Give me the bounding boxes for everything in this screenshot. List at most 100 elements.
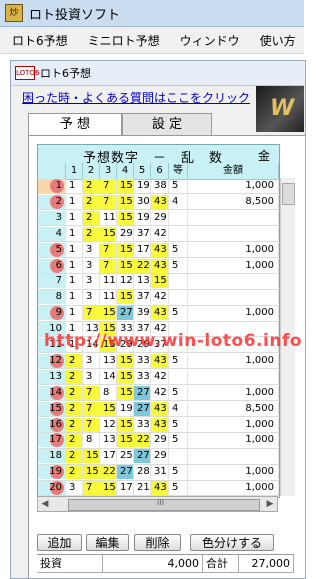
number-cell[interactable]: 27: [134, 385, 151, 400]
number-cell[interactable]: 15: [117, 242, 134, 257]
prize-rank-cell[interactable]: 5: [169, 465, 188, 480]
number-cell[interactable]: 22: [134, 258, 151, 273]
row-number[interactable]: 13: [38, 369, 66, 384]
number-cell[interactable]: 2: [66, 401, 83, 416]
row-number[interactable]: 20: [38, 481, 66, 496]
number-cell[interactable]: 15: [117, 194, 134, 209]
prize-rank-cell[interactable]: 5: [169, 242, 188, 257]
row-number[interactable]: 1: [38, 179, 66, 193]
table-row[interactable]: 6 1 3 7 15 22 43 5 1,000: [38, 258, 279, 274]
number-cell[interactable]: 3: [83, 353, 100, 368]
number-cell[interactable]: 42: [151, 290, 169, 305]
number-cell[interactable]: 3: [83, 290, 100, 305]
number-cell[interactable]: 12: [100, 417, 117, 432]
number-cell[interactable]: 7: [83, 417, 100, 432]
row-number[interactable]: 18: [38, 449, 66, 464]
menu-loto6-yoso[interactable]: ロト6予想: [12, 32, 68, 49]
number-cell[interactable]: 27: [117, 306, 134, 321]
number-cell[interactable]: 15: [117, 290, 134, 305]
number-cell[interactable]: 27: [134, 449, 151, 464]
number-cell[interactable]: 3: [66, 481, 83, 496]
number-cell[interactable]: 37: [134, 226, 151, 241]
number-cell[interactable]: 2: [66, 465, 83, 480]
number-cell[interactable]: 15: [151, 274, 169, 289]
prize-amount-cell[interactable]: 1,000: [188, 385, 279, 400]
number-cell[interactable]: 42: [151, 226, 169, 241]
delete-button[interactable]: 削除: [134, 534, 181, 551]
prize-rank-cell[interactable]: [169, 226, 188, 241]
prize-amount-cell[interactable]: 1,000: [188, 179, 279, 193]
number-cell[interactable]: 1: [66, 242, 83, 257]
number-cell[interactable]: 17: [100, 449, 117, 464]
number-cell[interactable]: 2: [66, 369, 83, 384]
number-cell[interactable]: 1: [66, 274, 83, 289]
prize-amount-cell[interactable]: 1,000: [188, 242, 279, 257]
prize-amount-cell[interactable]: 8,500: [188, 194, 279, 209]
number-cell[interactable]: 2: [83, 194, 100, 209]
number-cell[interactable]: 2: [83, 210, 100, 225]
prize-amount-cell[interactable]: 1,000: [188, 353, 279, 368]
prize-amount-cell[interactable]: 1,000: [188, 481, 279, 496]
number-cell[interactable]: 43: [151, 258, 169, 273]
add-button[interactable]: 追加: [37, 534, 82, 551]
number-cell[interactable]: 29: [151, 433, 169, 448]
number-cell[interactable]: 1: [66, 290, 83, 305]
row-number[interactable]: 14: [38, 385, 66, 400]
column-header-4[interactable]: 4: [117, 163, 134, 179]
prize-rank-cell[interactable]: [169, 274, 188, 289]
column-header-8[interactable]: 金額: [188, 163, 279, 179]
row-number[interactable]: 5: [38, 242, 66, 257]
number-cell[interactable]: 38: [151, 179, 169, 193]
number-cell[interactable]: 15: [100, 226, 117, 241]
grid-horizontal-scrollbar[interactable]: ◀ III ▶: [37, 496, 278, 512]
number-cell[interactable]: 15: [117, 258, 134, 273]
prize-rank-cell[interactable]: 5: [169, 179, 188, 193]
prediction-grid[interactable]: 予想数字 － 乱 数 金額 123456等金額 112715193851,000…: [37, 144, 280, 498]
number-cell[interactable]: 11: [100, 274, 117, 289]
prize-rank-cell[interactable]: 5: [169, 481, 188, 496]
table-row[interactable]: 7 1 3 11 12 13 15: [38, 274, 279, 290]
number-cell[interactable]: 33: [134, 353, 151, 368]
number-cell[interactable]: 2: [66, 353, 83, 368]
color-code-button[interactable]: 色分けする: [190, 534, 274, 551]
help-faq-link[interactable]: 困った時・よくある質問はここをクリック: [22, 89, 250, 106]
number-cell[interactable]: 7: [100, 242, 117, 257]
number-cell[interactable]: 42: [151, 369, 169, 384]
prize-amount-cell[interactable]: 1,000: [188, 465, 279, 480]
number-cell[interactable]: 17: [117, 481, 134, 496]
prize-amount-cell[interactable]: 1,000: [188, 258, 279, 273]
number-cell[interactable]: 12: [117, 274, 134, 289]
number-cell[interactable]: 2: [66, 433, 83, 448]
number-cell[interactable]: 15: [83, 465, 100, 480]
number-cell[interactable]: 43: [151, 194, 169, 209]
table-row[interactable]: 13 2 3 14 15 33 42: [38, 369, 279, 386]
number-cell[interactable]: 15: [117, 369, 134, 384]
number-cell[interactable]: 28: [134, 465, 151, 480]
prize-rank-cell[interactable]: 4: [169, 194, 188, 209]
column-header-3[interactable]: 3: [100, 163, 117, 179]
number-cell[interactable]: 27: [117, 465, 134, 480]
number-cell[interactable]: 3: [83, 369, 100, 384]
prize-amount-cell[interactable]: 1,000: [188, 306, 279, 321]
number-cell[interactable]: 3: [83, 258, 100, 273]
edit-button[interactable]: 編集: [86, 534, 129, 551]
number-cell[interactable]: 2: [66, 449, 83, 464]
table-row[interactable]: 2 1 2 7 15 30 43 4 8,500: [38, 194, 279, 211]
prize-amount-cell[interactable]: [188, 290, 279, 305]
number-cell[interactable]: 7: [83, 401, 100, 416]
number-cell[interactable]: 15: [117, 385, 134, 400]
prize-amount-cell[interactable]: [188, 449, 279, 464]
number-cell[interactable]: 29: [151, 210, 169, 225]
number-cell[interactable]: 11: [100, 290, 117, 305]
prize-rank-cell[interactable]: [169, 449, 188, 464]
row-number[interactable]: 12: [38, 353, 66, 368]
number-cell[interactable]: 30: [134, 194, 151, 209]
number-cell[interactable]: 1: [66, 210, 83, 225]
number-cell[interactable]: 22: [100, 465, 117, 480]
column-header-0[interactable]: [38, 163, 66, 179]
number-cell[interactable]: 15: [117, 179, 134, 193]
prize-amount-cell[interactable]: 1,000: [188, 417, 279, 432]
prize-amount-cell[interactable]: [188, 210, 279, 225]
number-cell[interactable]: 8: [83, 433, 100, 448]
row-number[interactable]: 8: [38, 290, 66, 305]
